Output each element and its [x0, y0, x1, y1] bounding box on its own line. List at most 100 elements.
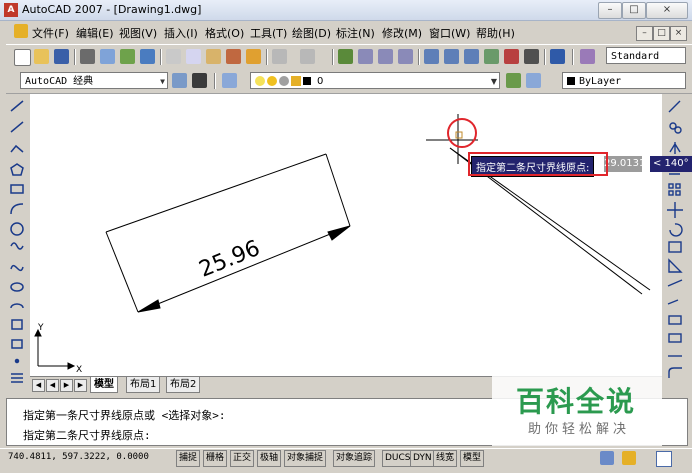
drawing-canvas[interactable]: 25.96 Y X [30, 94, 662, 376]
menu-dimension[interactable]: 标注(N) [336, 25, 375, 41]
text-style-select[interactable]: Standard [606, 47, 686, 64]
plot-preview-icon[interactable] [100, 49, 115, 64]
menu-insert[interactable]: 插入(I) [164, 25, 198, 41]
draw-toolbar [6, 94, 28, 394]
drawing-icon[interactable] [14, 24, 28, 38]
menu-help[interactable]: 帮助(H) [476, 25, 515, 41]
layer-select[interactable]: 0 ▼ [250, 72, 500, 89]
sun-icon[interactable] [267, 76, 277, 86]
save-icon[interactable] [54, 49, 69, 64]
next-tab-button[interactable]: ▶ [60, 379, 73, 392]
extension-line-top [105, 153, 327, 233]
menu-edit[interactable]: 编辑(E) [76, 25, 114, 41]
tab-model[interactable]: 模型 [90, 377, 118, 393]
coordinate-readout[interactable]: 740.4811, 597.3222, 0.0000 [8, 452, 149, 462]
print-icon[interactable] [80, 49, 95, 64]
color-value: ByLayer [579, 76, 622, 87]
lock-toolbar-icon[interactable] [622, 451, 636, 465]
dimension-arrow-left [137, 299, 161, 313]
grid-toggle[interactable]: 栅格 [203, 450, 228, 467]
undo-icon[interactable] [272, 49, 287, 64]
menu-file[interactable]: 文件(F) [32, 25, 69, 41]
pan-icon[interactable] [338, 49, 353, 64]
prev-tab-button[interactable]: ◀ [46, 379, 59, 392]
maximize-button[interactable]: □ [622, 2, 646, 19]
tab-layout1[interactable]: 布局1 [126, 377, 161, 393]
dynamic-input-angle[interactable]: < 140° [650, 156, 692, 172]
redo-icon[interactable] [300, 49, 315, 64]
block-editor-icon[interactable] [246, 49, 261, 64]
paste-icon[interactable] [206, 49, 221, 64]
circle-icon [10, 222, 24, 236]
ucs-x-label: X [76, 365, 82, 375]
copy-icon[interactable] [186, 49, 201, 64]
tab-layout2[interactable]: 布局2 [166, 377, 201, 393]
close-button[interactable]: × [646, 2, 688, 19]
minimize-button[interactable]: – [598, 2, 622, 19]
cut-icon[interactable] [166, 49, 181, 64]
ortho-toggle[interactable]: 正交 [230, 450, 255, 467]
make-block-icon [11, 339, 23, 349]
modify-toolbar-icons [667, 100, 683, 378]
new-icon[interactable] [14, 49, 31, 66]
layer-manager-icon[interactable] [222, 73, 237, 88]
menu-draw[interactable]: 绘图(D) [292, 25, 331, 41]
menu-window[interactable]: 窗口(W) [429, 25, 470, 41]
menu-modify[interactable]: 修改(M) [382, 25, 422, 41]
workspace-settings-icon[interactable] [172, 73, 187, 88]
highlight-box [468, 152, 608, 176]
arc-icon [10, 203, 24, 215]
standard-toolbar [6, 44, 692, 70]
spline-icon [10, 264, 24, 272]
tool-palettes-icon[interactable] [464, 49, 479, 64]
lock-icon[interactable] [291, 76, 301, 86]
layer-value: 0 [317, 76, 324, 87]
markup-icon[interactable] [504, 49, 519, 64]
open-icon[interactable] [34, 49, 49, 64]
sheet-set-icon[interactable] [484, 49, 499, 64]
menu-tools[interactable]: 工具(T) [250, 25, 287, 41]
help-icon[interactable] [550, 49, 565, 64]
properties-icon[interactable] [424, 49, 439, 64]
model-space-toggle[interactable]: 模型 [460, 450, 485, 467]
match-properties-icon[interactable] [226, 49, 241, 64]
layer-previous-icon[interactable] [506, 73, 521, 88]
mdi-restore-button[interactable]: □ [653, 26, 670, 41]
color-select[interactable]: ByLayer [562, 72, 686, 89]
menu-format[interactable]: 格式(O) [205, 25, 244, 41]
dynamic-input-length[interactable]: 29.0131 [604, 156, 645, 172]
ellipse-arc-icon [10, 303, 24, 309]
calculator-icon[interactable] [524, 49, 539, 64]
mdi-minimize-button[interactable]: – [636, 26, 653, 41]
revision-cloud-icon [10, 242, 24, 250]
layer-state-icon[interactable] [526, 73, 541, 88]
clean-screen-icon[interactable] [656, 451, 672, 467]
mdi-close-button[interactable]: × [670, 26, 687, 41]
autocad-app-icon[interactable]: A [4, 3, 18, 17]
communication-center-icon[interactable] [600, 451, 614, 465]
menu-view[interactable]: 视图(V) [119, 25, 157, 41]
workspace-select[interactable]: AutoCAD 经典 ▼ [20, 72, 168, 89]
last-tab-button[interactable]: ▶ [74, 379, 87, 392]
zoom-previous-icon[interactable] [398, 49, 413, 64]
osnap-toggle[interactable]: 对象捕捉 [284, 450, 327, 467]
3d-dwf-icon[interactable] [140, 49, 155, 64]
ducs-toggle[interactable]: DUCS [382, 450, 414, 467]
workspace-save-icon[interactable] [192, 73, 207, 88]
watermark-subtitle: 助你轻松解决 [528, 422, 631, 437]
text-style-icon[interactable] [580, 49, 595, 64]
first-tab-button[interactable]: ◀ [32, 379, 45, 392]
polar-toggle[interactable]: 极轴 [257, 450, 282, 467]
zoom-realtime-icon[interactable] [358, 49, 373, 64]
viewport-freeze-icon[interactable] [279, 76, 289, 86]
publish-icon[interactable] [120, 49, 135, 64]
snap-toggle[interactable]: 捕捉 [176, 450, 201, 467]
dyn-toggle[interactable]: DYN [410, 450, 435, 467]
lightbulb-icon[interactable] [255, 76, 265, 86]
otrack-toggle[interactable]: 对象追踪 [333, 450, 376, 467]
lineweight-toggle[interactable]: 线宽 [433, 450, 458, 467]
scale-icon [668, 241, 682, 253]
polygon-icon [10, 163, 24, 176]
design-center-icon[interactable] [444, 49, 459, 64]
zoom-window-icon[interactable] [378, 49, 393, 64]
